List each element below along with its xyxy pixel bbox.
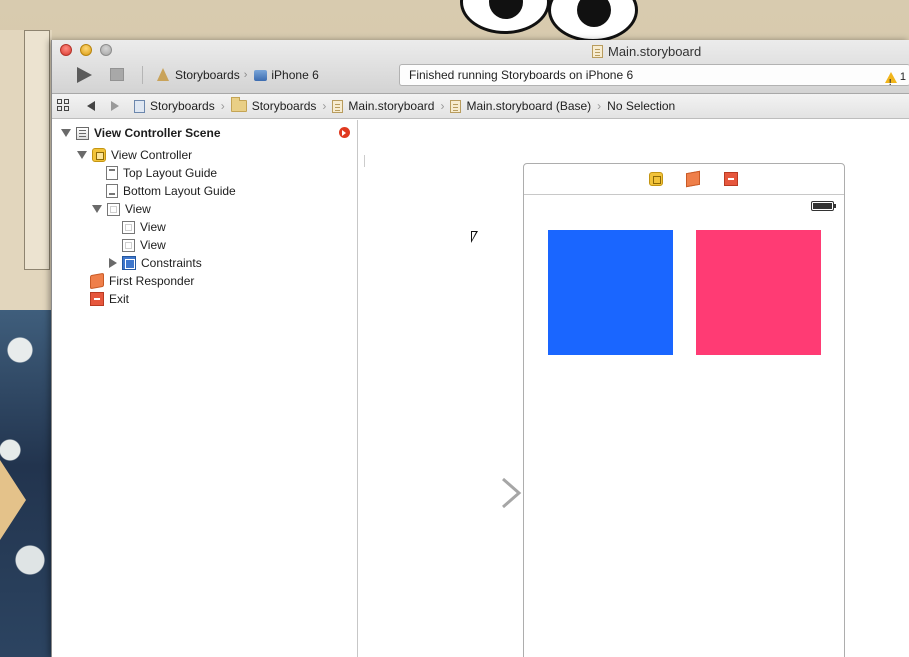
outline-item-label: View bbox=[140, 238, 166, 252]
view-icon bbox=[122, 238, 135, 252]
chevron-right-icon: › bbox=[220, 99, 225, 113]
breadcrumb-label: Main.storyboard bbox=[348, 99, 435, 113]
scene-warning-arrow-icon[interactable] bbox=[339, 127, 350, 138]
breadcrumb-localization[interactable]: Main.storyboard (Base) bbox=[450, 99, 591, 113]
outline-item-label: View Controller bbox=[111, 148, 193, 162]
bottom-layout-guide-icon bbox=[106, 184, 118, 198]
mouse-pointer-icon bbox=[471, 231, 478, 243]
disclosure-triangle-open-icon[interactable] bbox=[77, 151, 87, 159]
chevron-right-icon: › bbox=[597, 99, 602, 113]
outline-item-label: View bbox=[125, 202, 151, 216]
outline-row-top-layout-guide[interactable]: Top Layout Guide bbox=[106, 164, 217, 182]
outline-row-bottom-layout-guide[interactable]: Bottom Layout Guide bbox=[106, 182, 236, 200]
outline-row-exit[interactable]: Exit bbox=[90, 290, 129, 308]
exit-icon[interactable] bbox=[724, 172, 738, 186]
pink-view[interactable] bbox=[696, 230, 821, 355]
outline-row-constraints[interactable]: Constraints bbox=[109, 254, 202, 272]
disclosure-triangle-closed-icon[interactable] bbox=[109, 258, 117, 268]
storyboard-file-icon bbox=[332, 99, 344, 113]
toolbar-divider bbox=[142, 66, 143, 84]
outline-item-label: Exit bbox=[109, 292, 130, 306]
back-arrow-icon[interactable] bbox=[87, 101, 95, 111]
run-button[interactable] bbox=[74, 65, 94, 85]
outline-item-label: First Responder bbox=[109, 274, 195, 288]
storyboard-canvas[interactable] bbox=[359, 120, 909, 657]
storyboard-file-icon bbox=[450, 99, 462, 113]
view-icon bbox=[107, 202, 120, 216]
zoom-window-button[interactable] bbox=[100, 44, 112, 56]
view-controller-icon[interactable] bbox=[649, 172, 663, 186]
breadcrumb-file[interactable]: Main.storyboard bbox=[332, 99, 434, 113]
breadcrumb-project[interactable]: Storyboards bbox=[134, 99, 215, 113]
warning-triangle-icon bbox=[884, 71, 897, 93]
outline-item-label: Constraints bbox=[141, 256, 202, 270]
scene-title: View Controller Scene bbox=[94, 126, 221, 140]
view-controller-scene[interactable] bbox=[523, 163, 845, 657]
scene-dock bbox=[524, 164, 844, 195]
warning-count: 1 bbox=[899, 71, 906, 83]
outline-item-label: View bbox=[140, 220, 166, 234]
blue-view[interactable] bbox=[548, 230, 673, 355]
title-bar: Main.storyboard Storyboards › iPhone 6 F… bbox=[52, 40, 909, 94]
top-layout-guide-icon bbox=[106, 166, 118, 180]
wallpaper-eye bbox=[460, 0, 550, 34]
minimize-window-button[interactable] bbox=[80, 44, 92, 56]
outline-row-first-responder[interactable]: First Responder bbox=[90, 272, 194, 290]
scene-icon bbox=[76, 126, 89, 140]
chevron-right-icon: › bbox=[322, 99, 327, 113]
view-icon bbox=[122, 220, 135, 234]
outline-row-view-controller[interactable]: View Controller bbox=[77, 146, 192, 164]
wallpaper-eye bbox=[548, 0, 638, 42]
first-responder-icon bbox=[90, 272, 104, 290]
exit-icon bbox=[90, 292, 104, 306]
disclosure-triangle-open-icon[interactable] bbox=[61, 129, 71, 137]
outline-row-view[interactable]: View bbox=[92, 200, 151, 218]
activity-view: Finished running Storyboards on iPhone 6… bbox=[399, 64, 909, 93]
scheme-selector[interactable]: Storyboards › iPhone 6 bbox=[156, 66, 319, 84]
storyboard-file-icon bbox=[592, 44, 603, 58]
constraints-icon bbox=[122, 256, 136, 270]
breadcrumb-group[interactable]: Storyboards bbox=[230, 97, 317, 113]
activity-status-text: Finished running Storyboards on iPhone 6 bbox=[409, 68, 634, 82]
jump-bar: Storyboards › Storyboards › Main.storybo… bbox=[52, 94, 909, 119]
window-title: Main.storyboard bbox=[592, 43, 701, 59]
breadcrumb-label: No Selection bbox=[607, 99, 676, 113]
device-name: iPhone 6 bbox=[271, 68, 319, 82]
document-outline: View Controller Scene View Controller To… bbox=[52, 120, 358, 657]
outline-row-subview[interactable]: View bbox=[122, 236, 166, 254]
stop-button[interactable] bbox=[110, 68, 124, 81]
initial-view-controller-arrow[interactable] bbox=[427, 477, 523, 509]
breadcrumb-label: Main.storyboard (Base) bbox=[466, 99, 592, 113]
related-items-grid-icon[interactable] bbox=[57, 99, 71, 113]
disclosure-triangle-open-icon[interactable] bbox=[92, 205, 102, 213]
iphone-device-icon bbox=[254, 69, 268, 81]
canvas-marker bbox=[364, 155, 365, 167]
forward-arrow-icon[interactable] bbox=[111, 101, 119, 111]
wallpaper-artwork bbox=[0, 30, 52, 657]
breadcrumb-selection[interactable]: No Selection bbox=[607, 99, 675, 113]
chevron-right-icon: › bbox=[243, 69, 248, 81]
scheme-name: Storyboards bbox=[175, 68, 240, 82]
battery-icon bbox=[811, 201, 836, 211]
chevron-right-icon: › bbox=[440, 99, 445, 113]
first-responder-icon[interactable] bbox=[686, 170, 700, 188]
outline-row-subview[interactable]: View bbox=[122, 218, 166, 236]
breadcrumb: Storyboards › Storyboards › Main.storybo… bbox=[134, 97, 675, 113]
view-controller-icon bbox=[92, 148, 106, 162]
window-title-text: Main.storyboard bbox=[608, 43, 702, 59]
scheme-app-icon bbox=[156, 68, 171, 82]
outline-item-label: Bottom Layout Guide bbox=[123, 184, 236, 198]
outline-item-label: Top Layout Guide bbox=[123, 166, 218, 180]
breadcrumb-label: Storyboards bbox=[150, 99, 215, 113]
close-window-button[interactable] bbox=[60, 44, 72, 56]
outline-row-scene[interactable]: View Controller Scene bbox=[61, 124, 221, 142]
xcode-window: Main.storyboard Storyboards › iPhone 6 F… bbox=[51, 40, 909, 657]
folder-icon bbox=[230, 97, 247, 112]
warning-indicator[interactable]: 1 bbox=[884, 67, 906, 93]
breadcrumb-label: Storyboards bbox=[251, 99, 317, 113]
project-icon bbox=[134, 99, 145, 113]
